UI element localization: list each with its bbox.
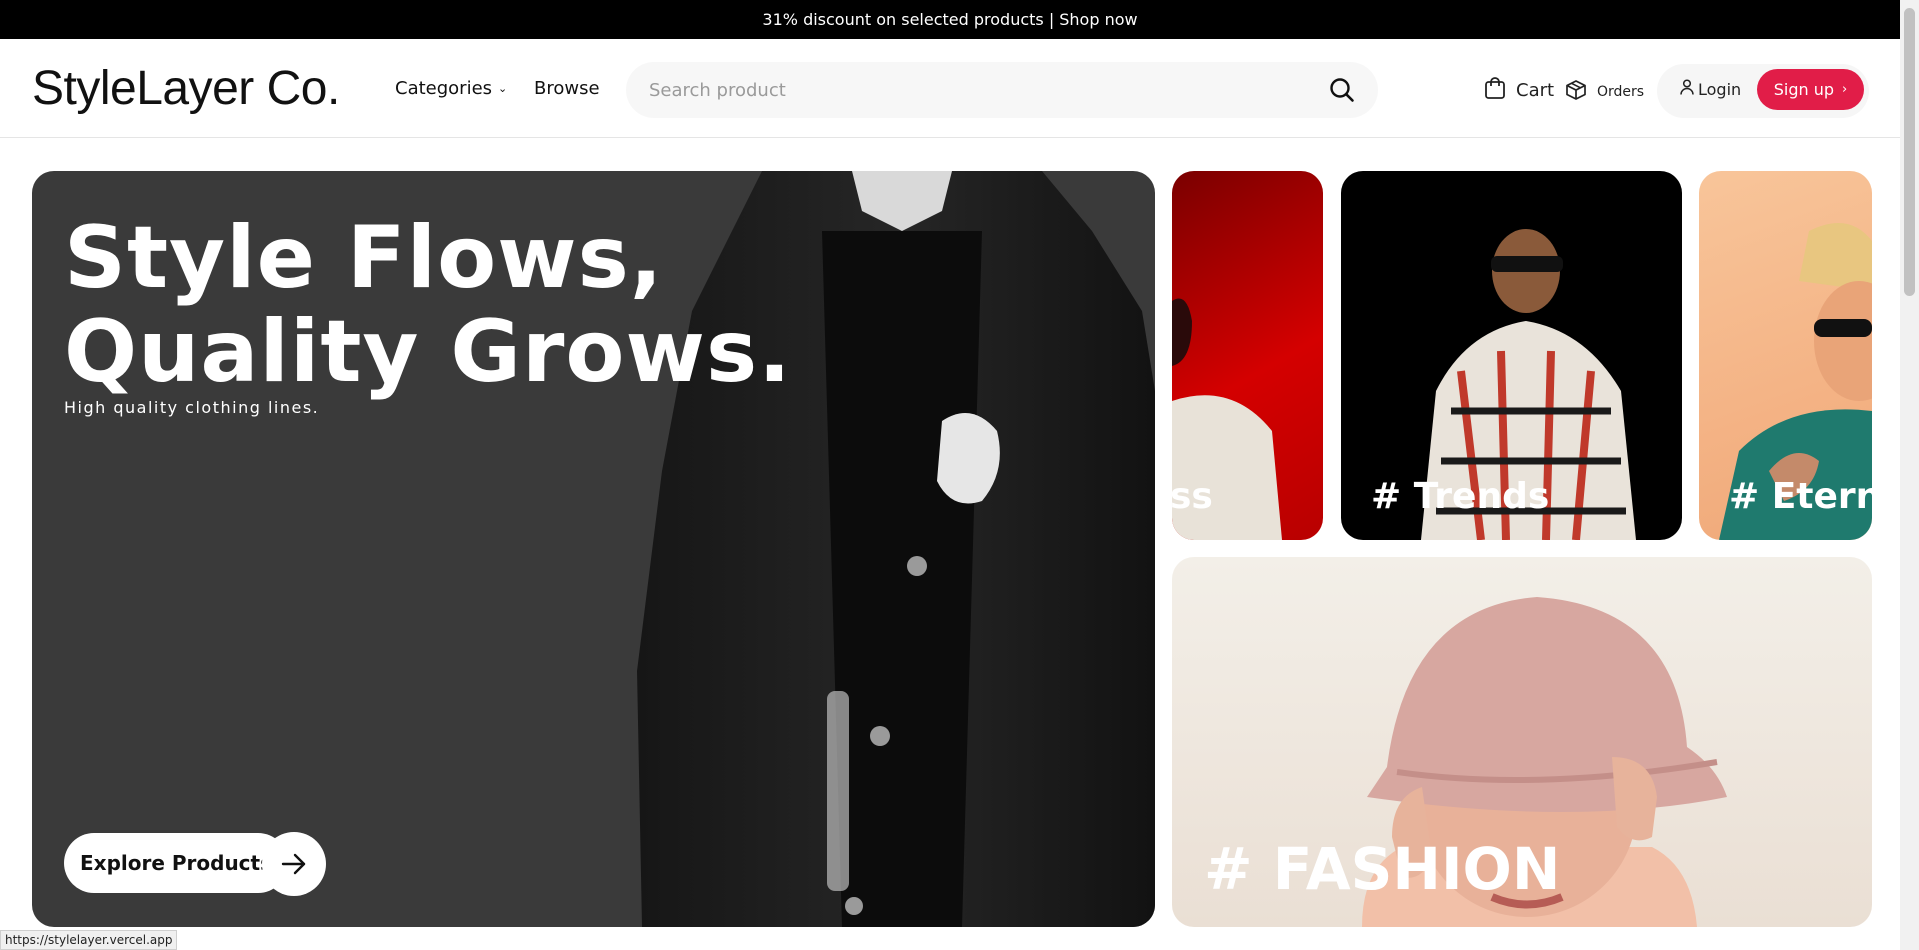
hero-title: Style Flows, Quality Grows. <box>64 211 792 399</box>
package-icon <box>1565 79 1587 105</box>
explore-products-button[interactable]: Explore Products <box>64 833 289 893</box>
search-input[interactable] <box>649 79 1328 101</box>
hero-subtitle: High quality clothing lines. <box>64 398 320 417</box>
orders-label: Orders <box>1597 84 1645 100</box>
orders-button[interactable]: Orders <box>1565 79 1644 105</box>
eternal-card-label: # Eterna <box>1729 476 1872 517</box>
fashion-card-label: # FASHION <box>1204 835 1561 903</box>
category-card-trends[interactable]: # Trends <box>1341 171 1682 540</box>
trends-card-label: # Trends <box>1371 476 1550 517</box>
login-button[interactable]: Login <box>1680 79 1741 99</box>
login-label: Login <box>1698 79 1742 99</box>
hero-title-line-1: Style Flows, <box>64 208 664 308</box>
search-icon[interactable] <box>1328 76 1356 104</box>
category-card-business[interactable]: ss <box>1172 171 1323 540</box>
promo-text: 31% discount on selected products | <box>762 10 1055 29</box>
user-icon <box>1680 79 1694 99</box>
categories-menu[interactable]: Categories ⌄ <box>395 78 507 99</box>
categories-label: Categories <box>395 78 493 99</box>
cart-button[interactable]: Cart <box>1484 76 1554 105</box>
shop-now-link[interactable]: Shop now <box>1059 10 1137 29</box>
category-card-fashion[interactable]: # FASHION <box>1172 557 1872 927</box>
browse-link[interactable]: Browse <box>534 78 600 99</box>
hero-banner: Style Flows, Quality Grows. High quality… <box>32 171 1155 927</box>
shopping-bag-icon <box>1484 76 1506 105</box>
page-scrollbar[interactable] <box>1900 0 1919 950</box>
cart-label: Cart <box>1516 80 1555 101</box>
chevron-down-icon: ⌄ <box>498 82 508 95</box>
scrollbar-thumb[interactable] <box>1904 8 1915 296</box>
category-card-eternal[interactable]: # Eterna <box>1699 171 1872 540</box>
browser-status-url: https://stylelayer.vercel.app <box>0 930 178 950</box>
chevron-right-icon: › <box>1842 82 1848 97</box>
hero-title-line-2: Quality Grows. <box>64 302 792 402</box>
site-header: StyleLayer Co. Categories ⌄ Browse Cart … <box>0 39 1900 138</box>
signup-button[interactable]: Sign up › <box>1757 69 1864 110</box>
site-logo[interactable]: StyleLayer Co. <box>32 61 340 116</box>
search-bar <box>626 62 1378 118</box>
promo-banner: 31% discount on selected products | Shop… <box>0 0 1900 39</box>
arrow-right-icon[interactable] <box>262 832 326 896</box>
business-card-label: ss <box>1172 476 1213 517</box>
signup-label: Sign up <box>1773 80 1835 99</box>
